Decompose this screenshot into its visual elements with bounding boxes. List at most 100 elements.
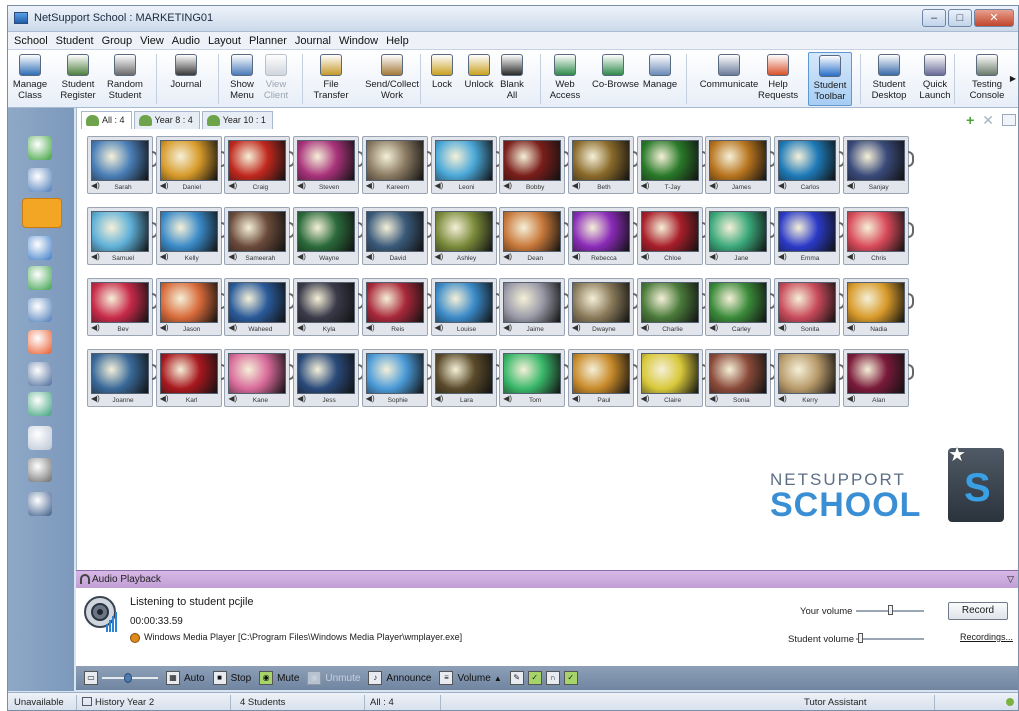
student-thumbnail[interactable]: ◀) Chris <box>842 207 914 265</box>
headset-icon[interactable]: ∩ <box>545 671 560 685</box>
menu-window[interactable]: Window <box>339 35 378 47</box>
student-thumbnail[interactable]: ◀) Kareem <box>361 136 433 194</box>
student-thumbnail[interactable]: ◀) Waheed <box>224 278 296 336</box>
student-thumbnail[interactable]: ◀) Jason <box>155 278 227 336</box>
check-all-icon[interactable]: ✓ <box>563 671 578 685</box>
remove-group-icon[interactable]: ✕ <box>982 112 994 129</box>
student-thumbnail[interactable]: ◀) Charlie <box>636 278 708 336</box>
chart-icon[interactable] <box>28 330 52 354</box>
student-thumbnail[interactable]: ◀) Sarah <box>87 136 158 194</box>
announce-button[interactable]: ♪ Announce <box>368 671 431 685</box>
student-thumbnail[interactable]: ◀) Bobby <box>499 136 571 194</box>
monitor-chart-icon[interactable] <box>28 492 52 516</box>
menu-layout[interactable]: Layout <box>208 35 241 47</box>
student-thumbnail[interactable]: ◀) James <box>705 136 777 194</box>
volume-button[interactable]: ≡ Volume ▲ <box>439 671 502 685</box>
student-thumbnail[interactable]: ◀) Bev <box>87 278 158 336</box>
lock-button[interactable]: Lock <box>428 52 456 106</box>
view-client-button[interactable]: View Client <box>260 52 292 106</box>
student-register-button[interactable]: Student Register <box>58 52 98 106</box>
student-thumbnail[interactable]: ◀) Leoni <box>430 136 502 194</box>
recordings-link[interactable]: Recordings... <box>960 632 1013 642</box>
student-thumbnail[interactable]: ◀) David <box>361 207 433 265</box>
student-thumbnail[interactable]: ◀) Tom <box>499 349 571 407</box>
student-thumbnail[interactable]: ◀) Karl <box>155 349 227 407</box>
unmute-button[interactable]: ◉ Unmute <box>307 671 360 685</box>
help-icon[interactable] <box>28 236 52 260</box>
journal-button[interactable]: Journal <box>166 52 206 106</box>
layout-icon[interactable] <box>28 168 52 192</box>
student-thumbnail[interactable]: ◀) Wayne <box>293 207 365 265</box>
student-thumbnail[interactable]: ◀) Dean <box>499 207 571 265</box>
your-volume-slider[interactable] <box>888 605 893 615</box>
menu-group[interactable]: Group <box>102 35 133 47</box>
student-volume-slider[interactable] <box>858 633 863 643</box>
audio-playback-header[interactable]: Audio Playback ▽ <box>76 570 1018 588</box>
student-thumbnail[interactable]: ◀) Joanne <box>87 349 158 407</box>
close-button[interactable]: ✕ <box>974 9 1014 27</box>
communicate-button[interactable]: Communicate <box>698 52 760 106</box>
tab-group-0[interactable]: All : 4 <box>81 111 132 129</box>
microphone-icon[interactable]: ✎ <box>509 671 524 685</box>
web-access-button[interactable]: Web Access <box>548 52 582 106</box>
student-thumbnail[interactable]: ◀) Kyla <box>293 278 365 336</box>
student-thumbnail[interactable]: ◀) Steven <box>293 136 365 194</box>
minimize-button[interactable]: – <box>922 9 946 27</box>
stop-button[interactable]: ■ Stop <box>212 671 251 685</box>
headphones-icon[interactable] <box>22 198 62 228</box>
random-student-button[interactable]: Random Student <box>102 52 148 106</box>
student-thumbnail[interactable]: ◀) Kerry <box>774 349 845 407</box>
student-toolbar-button[interactable]: Student Toolbar <box>808 52 852 106</box>
student-thumbnail[interactable]: ◀) Jaime <box>499 278 571 336</box>
menu-audio[interactable]: Audio <box>172 35 200 47</box>
group-properties-icon[interactable] <box>1002 114 1016 126</box>
student-thumbnail[interactable]: ◀) Ashley <box>430 207 502 265</box>
toolbar-overflow-icon[interactable]: ▶ <box>1010 74 1016 83</box>
student-thumbnail[interactable]: ◀) T-Jay <box>636 136 708 194</box>
blank-all-button[interactable]: Blank All <box>498 52 526 106</box>
student-thumbnail[interactable]: ◀) Kelly <box>155 207 227 265</box>
mute-button[interactable]: ◉ Mute <box>259 671 299 685</box>
student-thumbnail[interactable]: ◀) Carley <box>705 278 777 336</box>
auto-button[interactable]: ▦ Auto <box>166 671 205 685</box>
menu-student[interactable]: Student <box>56 35 94 47</box>
keyboard-icon[interactable] <box>28 458 52 482</box>
menu-school[interactable]: School <box>14 35 48 47</box>
student-thumbnail[interactable]: ◀) Samuel <box>87 207 158 265</box>
manage-button[interactable]: Manage <box>640 52 680 106</box>
manage-class-button[interactable]: Manage Class <box>12 52 48 106</box>
student-thumbnail[interactable]: ◀) Jess <box>293 349 365 407</box>
student-thumbnail[interactable]: ◀) Sanjay <box>842 136 914 194</box>
student-volume-track[interactable] <box>856 638 924 640</box>
menu-help[interactable]: Help <box>386 35 409 47</box>
show-menu-button[interactable]: Show Menu <box>228 52 256 106</box>
menu-journal[interactable]: Journal <box>295 35 331 47</box>
testing-console-button[interactable]: Testing Console <box>964 52 1010 106</box>
student-thumbnail[interactable]: ◀) Sameerah <box>224 207 296 265</box>
student-thumbnail[interactable]: ◀) Nadia <box>842 278 914 336</box>
monitor-icon[interactable]: ▭ <box>84 671 98 685</box>
student-thumbnail[interactable]: ◀) Lara <box>430 349 502 407</box>
student-thumbnail[interactable]: ◀) Reis <box>361 278 433 336</box>
file-transfer-button[interactable]: File Transfer <box>312 52 350 106</box>
tab-group-2[interactable]: Year 10 : 1 <box>201 111 273 129</box>
help-requests-button[interactable]: Help Requests <box>758 52 798 106</box>
student-thumbnail[interactable]: ◀) Craig <box>224 136 296 194</box>
scan-speed-slider[interactable] <box>102 671 158 685</box>
student-thumbnail[interactable]: ◀) Sonia <box>705 349 777 407</box>
menu-planner[interactable]: Planner <box>249 35 287 47</box>
home-icon[interactable] <box>28 136 52 160</box>
add-group-icon[interactable]: + <box>966 112 974 129</box>
student-thumbnail[interactable]: ◀) Sonita <box>774 278 845 336</box>
student-thumbnail[interactable]: ◀) Alan <box>842 349 914 407</box>
student-thumbnail[interactable]: ◀) Dwayne <box>567 278 639 336</box>
send-collect-work-button[interactable]: Send/Collect Work <box>362 52 422 106</box>
calendar-icon[interactable] <box>28 298 52 322</box>
student-thumbnail[interactable]: ◀) Paul <box>567 349 639 407</box>
cd-icon[interactable] <box>28 426 52 450</box>
quick-launch-button[interactable]: Quick Launch <box>916 52 954 106</box>
student-thumbnail[interactable]: ◀) Beth <box>567 136 639 194</box>
student-desktop-button[interactable]: Student Desktop <box>868 52 910 106</box>
unlock-button[interactable]: Unlock <box>462 52 496 106</box>
student-thumbnail[interactable]: ◀) Louise <box>430 278 502 336</box>
